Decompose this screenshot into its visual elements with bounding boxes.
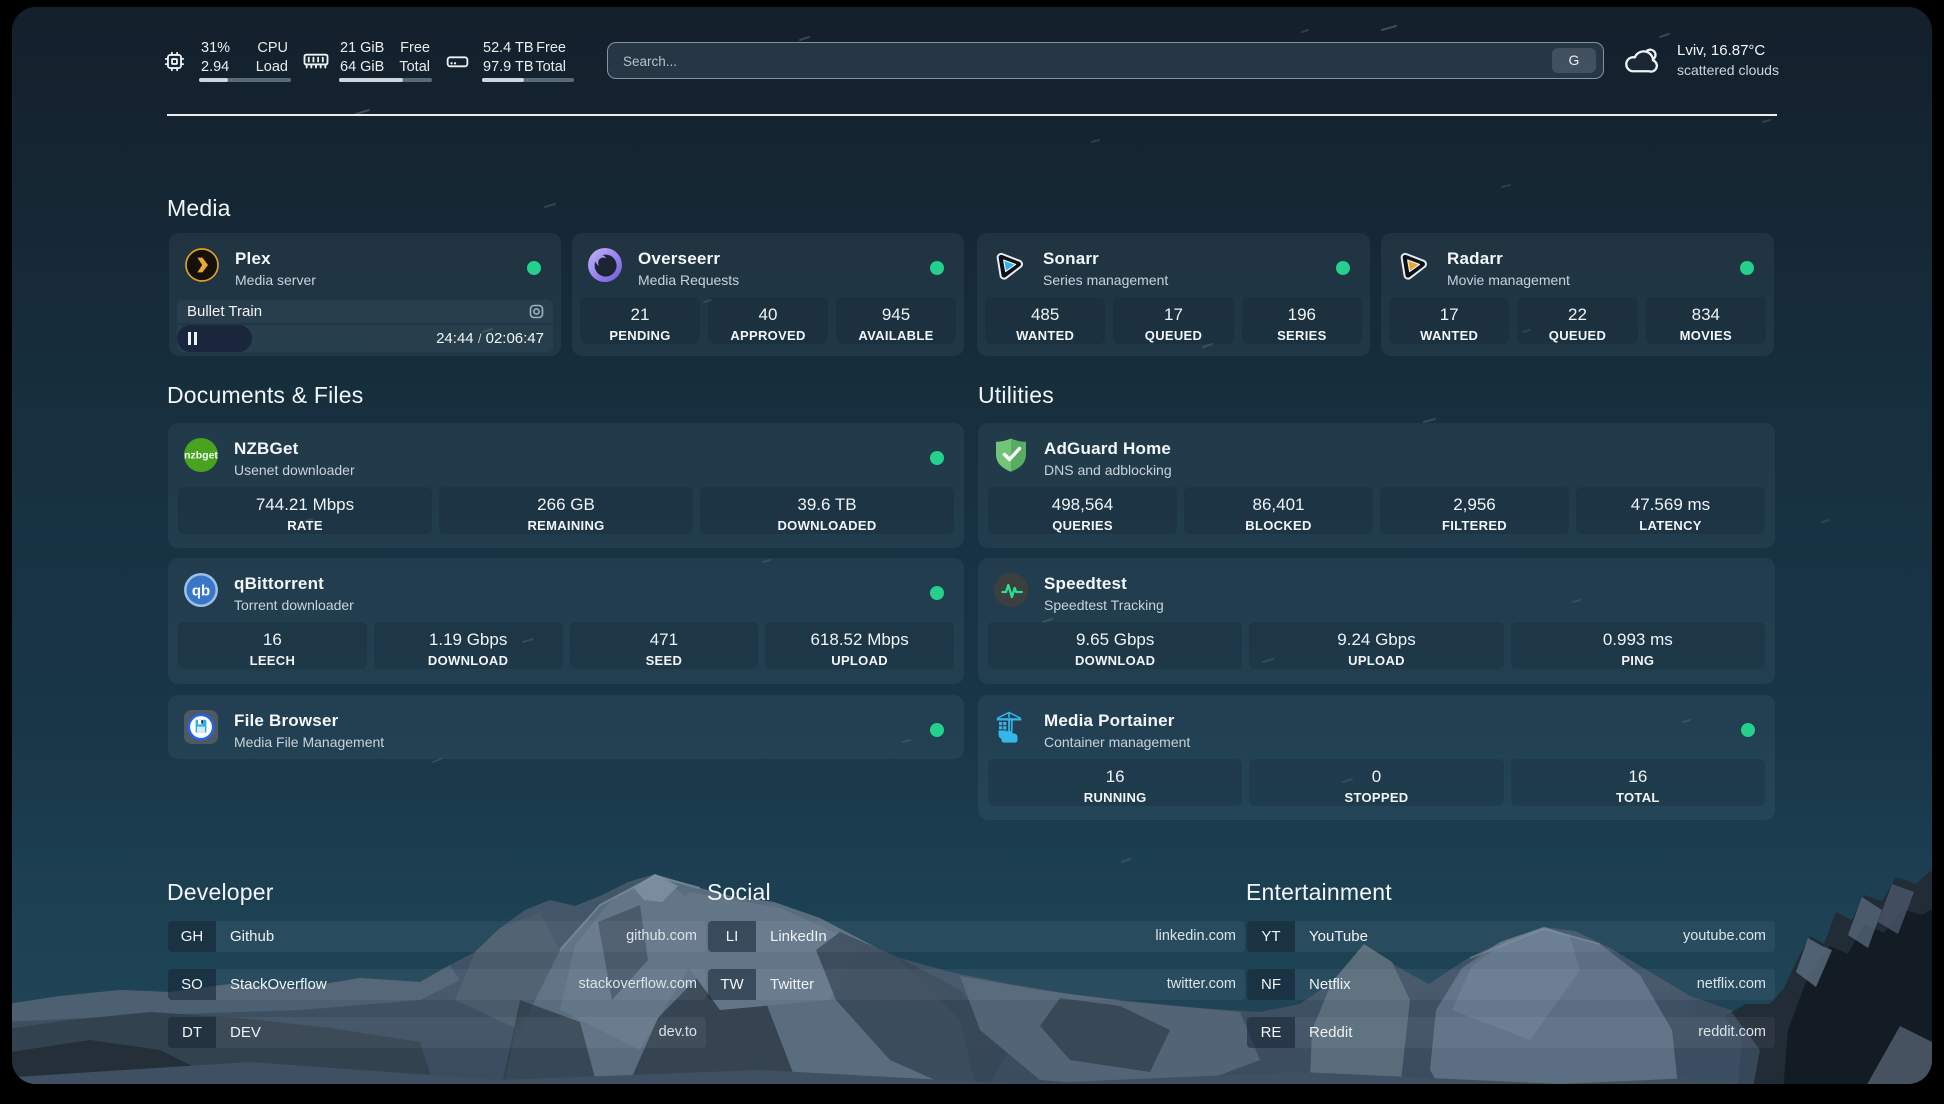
svg-text:nzbget: nzbget — [184, 450, 218, 462]
svg-text:qb: qb — [192, 583, 210, 600]
